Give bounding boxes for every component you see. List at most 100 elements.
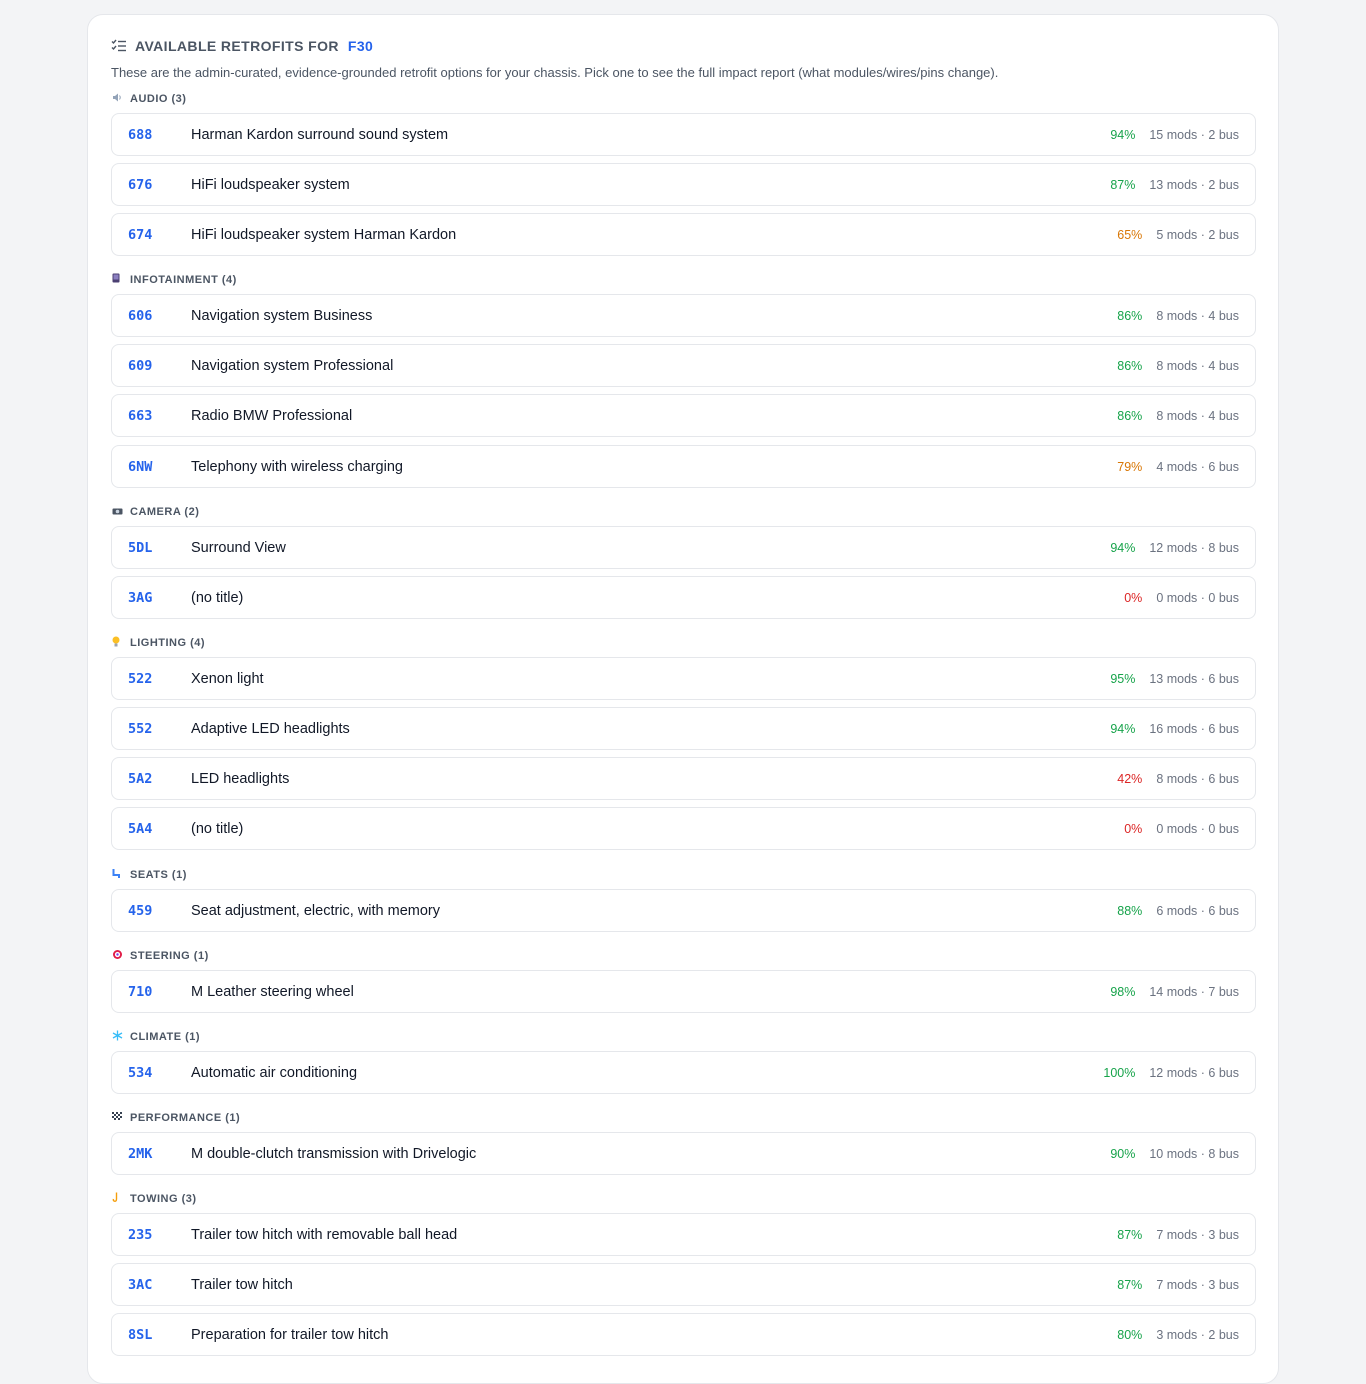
match-percent: 95% bbox=[1110, 671, 1136, 686]
option-code: 606 bbox=[128, 307, 153, 324]
option-name: Radio BMW Professional bbox=[191, 407, 353, 424]
retrofit-row[interactable]: 235 Trailer tow hitch with removable bal… bbox=[111, 1213, 1256, 1256]
mods-bus-count: 8 mods · 6 bus bbox=[1156, 771, 1239, 786]
option-code: 552 bbox=[128, 720, 153, 737]
category-climate: CLIMATE (1) bbox=[112, 1030, 200, 1044]
retrofit-row[interactable]: 552 Adaptive LED headlights 94% 16 mods ·… bbox=[111, 707, 1256, 750]
mods-bus-count: 4 mods · 6 bus bbox=[1156, 459, 1239, 474]
match-percent: 0% bbox=[1124, 590, 1143, 605]
match-percent: 0% bbox=[1124, 821, 1143, 836]
retrofit-row[interactable]: 3AG (no title) 0% 0 mods · 0 bus bbox=[111, 576, 1256, 619]
option-name: Preparation for trailer tow hitch bbox=[191, 1326, 389, 1343]
category-label: TOWING (3) bbox=[130, 1193, 197, 1205]
option-code: 609 bbox=[128, 357, 153, 374]
mods-bus-count: 14 mods · 7 bus bbox=[1149, 984, 1239, 999]
mods-bus-count: 0 mods · 0 bus bbox=[1156, 821, 1239, 836]
option-name: Seat adjustment, electric, with memory bbox=[191, 902, 441, 919]
option-code: 663 bbox=[128, 407, 153, 424]
option-code: 5A4 bbox=[128, 820, 153, 837]
match-percent: 90% bbox=[1110, 1146, 1136, 1161]
option-name: Xenon light bbox=[191, 670, 264, 687]
mods-bus-count: 10 mods · 8 bus bbox=[1149, 1146, 1239, 1161]
retrofit-row[interactable]: 8SL Preparation for trailer tow hitch 80… bbox=[111, 1313, 1256, 1356]
retrofit-row[interactable]: 606 Navigation system Business 86% 8 mods… bbox=[111, 294, 1256, 337]
match-percent: 80% bbox=[1117, 1327, 1143, 1342]
option-name: M double-clutch transmission with Drivel… bbox=[191, 1145, 477, 1162]
option-name: Navigation system Professional bbox=[191, 357, 394, 374]
retrofit-row[interactable]: 522 Xenon light 95% 13 mods · 6 bus bbox=[111, 657, 1256, 700]
option-name: Trailer tow hitch bbox=[191, 1276, 293, 1293]
retrofit-row[interactable]: 609 Navigation system Professional 86% 8 … bbox=[111, 344, 1256, 387]
match-percent: 65% bbox=[1117, 227, 1143, 242]
camera-icon bbox=[112, 505, 126, 519]
seat-icon bbox=[112, 868, 126, 883]
option-code: 5A2 bbox=[128, 770, 153, 787]
option-name: Harman Kardon surround sound system bbox=[191, 126, 449, 143]
checklist-icon bbox=[111, 39, 127, 53]
card-header: AVAILABLE RETROFITS FOR F30 bbox=[111, 37, 373, 55]
retrofit-row[interactable]: 2MK M double-clutch transmission with Dr… bbox=[111, 1132, 1256, 1175]
retrofit-row[interactable]: 676 HiFi loudspeaker system 87% 13 mods ·… bbox=[111, 163, 1256, 206]
category-seats: SEATS (1) bbox=[112, 868, 187, 882]
option-code: 534 bbox=[128, 1064, 153, 1081]
option-name: HiFi loudspeaker system Harman Kardon bbox=[191, 226, 457, 243]
option-code: 6NW bbox=[128, 458, 153, 475]
category-camera: CAMERA (2) bbox=[112, 505, 199, 519]
category-infotainment: INFOTAINMENT (4) bbox=[112, 273, 237, 287]
retrofit-row[interactable]: 5A2 LED headlights 42% 8 mods · 6 bus bbox=[111, 757, 1256, 800]
mods-bus-count: 6 mods · 6 bus bbox=[1156, 903, 1239, 918]
option-name: LED headlights bbox=[191, 770, 290, 787]
category-label: STEERING (1) bbox=[130, 950, 209, 962]
retrofit-row[interactable]: 688 Harman Kardon surround sound system … bbox=[111, 113, 1256, 156]
retrofit-row[interactable]: 6NW Telephony with wireless charging 79%… bbox=[111, 445, 1256, 488]
infotainment-icon bbox=[112, 273, 126, 287]
match-percent: 100% bbox=[1103, 1065, 1136, 1080]
option-code: 674 bbox=[128, 226, 153, 243]
hook-icon bbox=[112, 1192, 126, 1207]
mods-bus-count: 8 mods · 4 bus bbox=[1156, 308, 1239, 323]
category-label: LIGHTING (4) bbox=[130, 637, 206, 649]
match-percent: 86% bbox=[1117, 408, 1143, 423]
category-audio: AUDIO (3) bbox=[112, 92, 186, 106]
match-percent: 94% bbox=[1110, 127, 1136, 142]
option-code: 8SL bbox=[128, 1326, 153, 1343]
option-name: (no title) bbox=[191, 589, 244, 606]
match-percent: 79% bbox=[1117, 459, 1143, 474]
match-percent: 42% bbox=[1117, 771, 1143, 786]
checkered-flag-icon bbox=[112, 1111, 126, 1125]
retrofit-row[interactable]: 5DL Surround View 94% 12 mods · 8 bus bbox=[111, 526, 1256, 569]
mods-bus-count: 5 mods · 2 bus bbox=[1156, 227, 1239, 242]
lightbulb-icon bbox=[112, 636, 126, 651]
chassis-code: F30 bbox=[347, 38, 374, 54]
option-code: 710 bbox=[128, 983, 153, 1000]
match-percent: 94% bbox=[1110, 540, 1136, 555]
category-label: AUDIO (3) bbox=[130, 93, 187, 105]
mods-bus-count: 13 mods · 2 bus bbox=[1149, 177, 1239, 192]
retrofit-row[interactable]: 3AC Trailer tow hitch 87% 7 mods · 3 bus bbox=[111, 1263, 1256, 1306]
category-towing: TOWING (3) bbox=[112, 1192, 197, 1206]
retrofit-row[interactable]: 710 M Leather steering wheel 98% 14 mods … bbox=[111, 970, 1256, 1013]
option-name: HiFi loudspeaker system bbox=[191, 176, 350, 193]
category-lighting: LIGHTING (4) bbox=[112, 636, 205, 650]
option-name: (no title) bbox=[191, 820, 244, 837]
category-label: CLIMATE (1) bbox=[130, 1031, 201, 1043]
mods-bus-count: 8 mods · 4 bus bbox=[1156, 358, 1239, 373]
match-percent: 94% bbox=[1110, 721, 1136, 736]
option-code: 3AG bbox=[128, 589, 153, 606]
mods-bus-count: 3 mods · 2 bus bbox=[1156, 1327, 1239, 1342]
match-percent: 86% bbox=[1117, 308, 1143, 323]
match-percent: 98% bbox=[1110, 984, 1136, 999]
card-title: AVAILABLE RETROFITS FOR bbox=[135, 38, 339, 54]
option-name: Adaptive LED headlights bbox=[191, 720, 350, 737]
retrofit-row[interactable]: 5A4 (no title) 0% 0 mods · 0 bus bbox=[111, 807, 1256, 850]
mods-bus-count: 7 mods · 3 bus bbox=[1156, 1277, 1239, 1292]
mods-bus-count: 8 mods · 4 bus bbox=[1156, 408, 1239, 423]
retrofit-row[interactable]: 663 Radio BMW Professional 86% 8 mods · 4… bbox=[111, 394, 1256, 437]
retrofit-row[interactable]: 459 Seat adjustment, electric, with memo… bbox=[111, 889, 1256, 932]
match-percent: 88% bbox=[1117, 903, 1143, 918]
retrofit-row[interactable]: 534 Automatic air conditioning 100% 12 mo… bbox=[111, 1051, 1256, 1094]
match-percent: 87% bbox=[1117, 1277, 1143, 1292]
retrofit-row[interactable]: 674 HiFi loudspeaker system Harman Kardo… bbox=[111, 213, 1256, 256]
card-subtitle: These are the admin-curated, evidence-gr… bbox=[111, 65, 999, 80]
category-label: CAMERA (2) bbox=[130, 506, 200, 518]
